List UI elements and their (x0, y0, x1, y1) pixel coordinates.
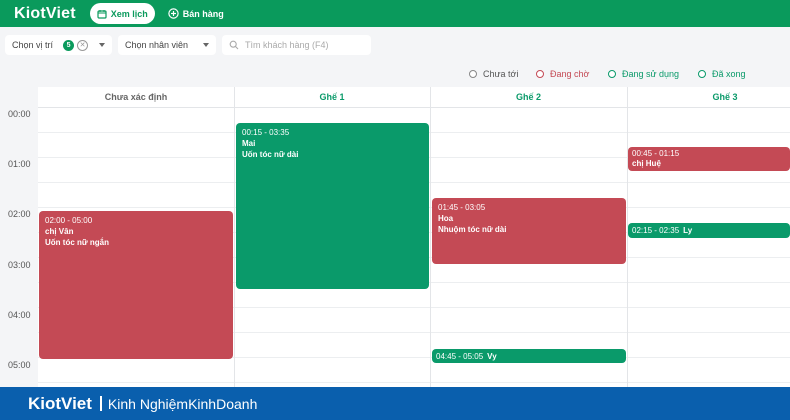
appointment-card[interactable]: 01:45 - 03:05 Hoa Nhuộm tóc nữ dài (432, 198, 626, 264)
appointment-time: 00:15 - 03:35 (242, 128, 290, 137)
plus-circle-icon (168, 8, 179, 19)
appointment-card[interactable]: 04:45 - 05:05 Vy (432, 349, 626, 363)
appointment-time: 00:45 - 01:15 (632, 149, 680, 158)
appointment-time: 01:45 - 03:05 (438, 203, 486, 212)
column-divider (627, 87, 628, 387)
legend-item-done[interactable]: Đã xong (698, 68, 746, 80)
time-label: 04:00 (8, 310, 31, 320)
legend-item-waiting[interactable]: Đang chờ (536, 68, 589, 80)
legend-label: Chưa tới (483, 69, 519, 79)
staff-select[interactable]: Chọn nhân viên (118, 35, 216, 55)
location-select-label: Chọn vị trí (12, 40, 54, 50)
appointment-service: Uốn tóc nữ dài (242, 150, 299, 159)
time-label: 01:00 (8, 159, 31, 169)
column-divider (430, 87, 431, 387)
customer-search-input[interactable]: Tìm khách hàng (F4) (222, 35, 371, 55)
time-label: 05:00 (8, 360, 31, 370)
legend-label: Đang chờ (550, 69, 590, 79)
sales-button[interactable]: Bán hàng (161, 3, 231, 24)
sales-label: Bán hàng (182, 8, 224, 19)
staff-select-label: Chọn nhân viên (125, 40, 189, 50)
appointment-service: Uốn tóc nữ ngắn (45, 238, 110, 247)
appointment-customer: Vy (487, 351, 497, 361)
clear-icon[interactable]: ✕ (77, 39, 89, 51)
footer-tagline: Kinh NghiệmKinhDoanh (107, 395, 258, 412)
radio-icon (698, 70, 706, 78)
appointment-card[interactable]: 00:15 - 03:35 Mai Uốn tóc nữ dài (236, 123, 429, 289)
legend-item-in-use[interactable]: Đang sử dụng (608, 68, 679, 80)
appointment-time: 02:15 - 02:35 (632, 226, 680, 235)
radio-icon (469, 70, 477, 78)
time-label: 00:00 (8, 109, 31, 119)
radio-icon (536, 70, 544, 78)
top-nav-bar: KiotViet Xem lịch Bán hàng (0, 0, 790, 27)
appointment-time: 02:00 - 05:00 (45, 216, 93, 225)
divider (99, 396, 102, 411)
location-count-badge: 5 (63, 39, 75, 51)
appointment-card[interactable]: 02:15 - 02:35 Ly (628, 223, 790, 238)
legend-label: Đã xong (712, 69, 746, 79)
app-logo[interactable]: KiotViet (14, 5, 76, 23)
column-header-seat-2: Ghế 2 (515, 92, 541, 102)
footer-banner: KiotViet Kinh NghiệmKinhDoanh (0, 387, 790, 420)
location-select[interactable]: Chọn vị trí 5 ✕ (5, 35, 112, 55)
time-label: 02:00 (8, 209, 31, 219)
appointment-customer: chị Huệ (632, 159, 661, 168)
column-header-unassigned: Chưa xác định (104, 92, 168, 102)
footer-logo: KiotViet (28, 393, 92, 413)
radio-icon (608, 70, 616, 78)
appointment-customer: chị Vân (45, 227, 74, 236)
appointment-customer: Ly (683, 226, 693, 235)
column-divider (234, 87, 235, 387)
appointment-service: Nhuộm tóc nữ dài (438, 225, 507, 234)
appointment-customer: Hoa (438, 214, 454, 223)
appointment-time: 04:45 - 05:05 (436, 351, 484, 361)
calendar-icon (97, 9, 107, 19)
legend-item-not-arrived[interactable]: Chưa tới (469, 68, 518, 80)
column-header-seat-1: Ghế 1 (319, 92, 345, 102)
appointment-card[interactable]: 00:45 - 01:15 chị Huệ (628, 147, 790, 171)
appointment-card[interactable]: 02:00 - 05:00 chị Vân Uốn tóc nữ ngắn (39, 211, 233, 359)
legend-label: Đang sử dụng (622, 69, 680, 79)
view-schedule-button[interactable]: Xem lịch (89, 3, 155, 24)
column-header-seat-3: Ghế 3 (712, 92, 738, 102)
grid-line (38, 382, 790, 383)
time-label: 03:00 (8, 260, 31, 270)
chevron-down-icon (203, 43, 209, 47)
chevron-down-icon (99, 43, 105, 47)
grid-line (38, 107, 790, 108)
appointment-customer: Mai (242, 139, 256, 148)
view-schedule-label: Xem lịch (110, 8, 148, 19)
search-placeholder: Tìm khách hàng (F4) (245, 40, 329, 50)
search-icon (229, 40, 239, 50)
